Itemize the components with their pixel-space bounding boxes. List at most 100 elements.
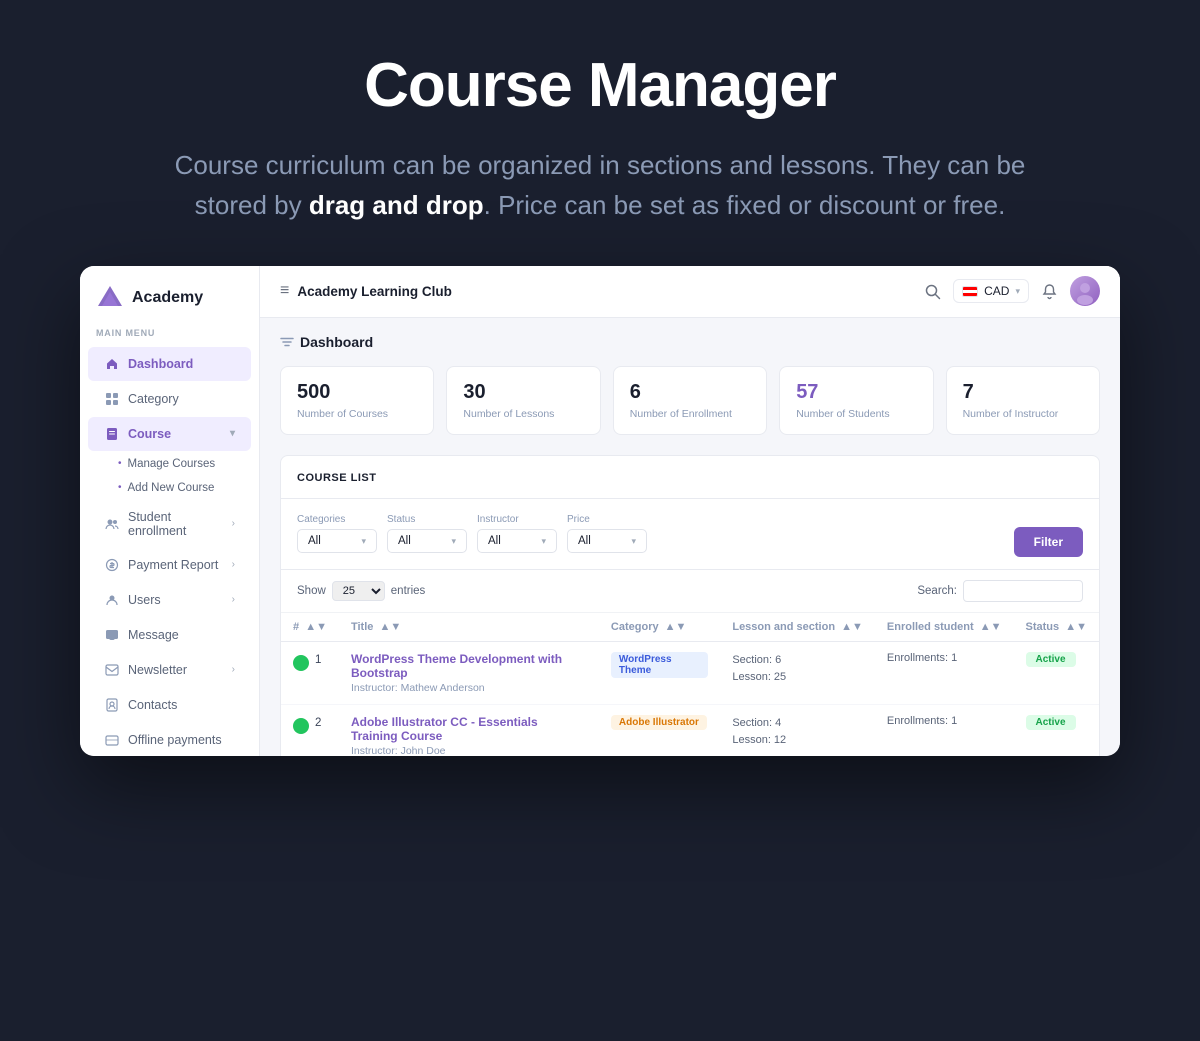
currency-label: CAD [984, 284, 1009, 298]
sort-icon: ▲▼ [1065, 621, 1087, 633]
sort-icon: ▲▼ [665, 621, 687, 633]
row-lesson-cell: Section: 4 Lesson: 12 [720, 704, 875, 755]
sidebar-item-label: Newsletter [128, 663, 187, 677]
hero-subtitle-text2: . Price can be set as fixed or discount … [484, 190, 1006, 220]
sidebar-item-course[interactable]: Course ▾ [88, 417, 251, 451]
search-icon[interactable] [924, 283, 941, 300]
col-num: # ▲▼ [281, 613, 339, 642]
stat-card-lessons: 30 Number of Lessons [446, 366, 600, 435]
row-status-cell: Active [1014, 641, 1099, 704]
price-value: All [578, 535, 591, 547]
stat-value: 57 [796, 381, 916, 404]
categories-select[interactable]: All ▾ [297, 529, 377, 553]
course-instructor: Instructor: Mathew Anderson [351, 682, 485, 694]
table-controls: Show 25 50 100 entries Search: [281, 570, 1099, 613]
instructor-value: All [488, 535, 501, 547]
row-status-cell: Active [1014, 704, 1099, 755]
sidebar-item-label: Course [128, 427, 171, 441]
col-status: Status ▲▼ [1014, 613, 1099, 642]
row-category-cell: WordPress Theme [599, 641, 720, 704]
col-category: Category ▲▼ [599, 613, 720, 642]
entries-select[interactable]: 25 50 100 [332, 581, 385, 601]
data-table: # ▲▼ Title ▲▼ Category ▲▼ [281, 613, 1099, 756]
filter-button[interactable]: Filter [1014, 527, 1083, 557]
filter-label: Instructor [477, 514, 557, 525]
sidebar-item-message[interactable]: Message [88, 618, 251, 652]
stat-label: Number of Students [796, 408, 916, 420]
sidebar-item-label: Users [128, 593, 161, 607]
col-title: Title ▲▼ [339, 613, 599, 642]
status-badge: Active [1026, 652, 1076, 667]
enrollment-count: Enrollments: 1 [887, 715, 957, 727]
stat-card-students: 57 Number of Students [779, 366, 933, 435]
filter-price: Price All ▾ [567, 514, 647, 553]
filter-label: Price [567, 514, 647, 525]
sidebar-item-newsletter[interactable]: Newsletter › [88, 653, 251, 687]
stat-label: Number of Instructor [963, 408, 1083, 420]
sidebar-item-label: Payment Report [128, 558, 218, 572]
sidebar-sub-add-new-course[interactable]: Add New Course [80, 476, 259, 500]
sidebar-item-label: Offline payments [128, 733, 222, 747]
currency-selector[interactable]: CAD ▾ [953, 279, 1029, 303]
instructor-select[interactable]: All ▾ [477, 529, 557, 553]
sidebar-item-dashboard[interactable]: Dashboard [88, 347, 251, 381]
flag-icon [962, 286, 978, 297]
sidebar-section-label: MAIN MENU [80, 328, 259, 346]
row-category-cell: Adobe Illustrator [599, 704, 720, 755]
chevron-down-icon: ▾ [631, 536, 636, 547]
course-list-section: COURSE LIST Categories All ▾ Status [280, 455, 1100, 756]
course-title-link[interactable]: WordPress Theme Development with Bootstr… [351, 652, 587, 680]
lesson-count: Lesson: 12 [732, 732, 863, 750]
row-lesson-cell: Section: 6 Lesson: 25 [720, 641, 875, 704]
sidebar-sub-label: Manage Courses [128, 458, 216, 470]
lesson-count: Lesson: 25 [732, 669, 863, 687]
stats-row: 500 Number of Courses 30 Number of Lesso… [280, 366, 1100, 435]
app-window: Academy MAIN MENU Dashboard Category Cou… [80, 266, 1120, 756]
sort-icon: ▲▼ [980, 621, 1002, 633]
chevron-right-icon: › [232, 664, 235, 675]
category-tag: Adobe Illustrator [611, 715, 707, 730]
course-list-header: COURSE LIST [281, 456, 1099, 499]
stat-card-courses: 500 Number of Courses [280, 366, 434, 435]
sidebar-sub-label: Add New Course [128, 482, 215, 494]
sidebar-item-label: Dashboard [128, 357, 193, 371]
book-icon [104, 426, 120, 442]
sidebar-item-student-enrollment[interactable]: Student enrollment › [88, 501, 251, 547]
filter-label: Categories [297, 514, 377, 525]
bell-icon[interactable] [1041, 283, 1058, 300]
sort-icon: ▲▼ [841, 621, 863, 633]
categories-value: All [308, 535, 321, 547]
stat-label: Number of Lessons [463, 408, 583, 420]
entries-label: entries [391, 585, 426, 597]
show-entries: Show 25 50 100 entries [297, 581, 425, 601]
stat-value: 500 [297, 381, 417, 404]
sidebar-item-users[interactable]: Users › [88, 583, 251, 617]
sidebar-item-category[interactable]: Category [88, 382, 251, 416]
page-content: Dashboard 500 Number of Courses 30 Numbe… [260, 318, 1120, 756]
stat-value: 7 [963, 381, 1083, 404]
course-instructor: Instructor: John Doe [351, 745, 446, 756]
sidebar-item-contacts[interactable]: Contacts [88, 688, 251, 722]
lesson-section: Section: 4 [732, 715, 863, 733]
user-avatar[interactable] [1070, 276, 1100, 306]
message-icon [104, 627, 120, 643]
search-input[interactable] [963, 580, 1083, 602]
row-title-cell: WordPress Theme Development with Bootstr… [339, 641, 599, 704]
chevron-right-icon: › [232, 594, 235, 605]
sidebar-item-offline-payments[interactable]: Offline payments [88, 723, 251, 756]
user-icon [104, 592, 120, 608]
stat-label: Number of Enrollment [630, 408, 750, 420]
page-title: Dashboard [300, 334, 373, 350]
payment-icon [104, 557, 120, 573]
col-lesson: Lesson and section ▲▼ [720, 613, 875, 642]
search-label: Search: [917, 585, 957, 597]
course-list-title: COURSE LIST [297, 472, 376, 484]
course-title-link[interactable]: Adobe Illustrator CC - Essentials Traini… [351, 715, 587, 743]
menu-icon[interactable]: ≡ [280, 282, 289, 300]
price-select[interactable]: All ▾ [567, 529, 647, 553]
status-select[interactable]: All ▾ [387, 529, 467, 553]
hero-title: Course Manager [100, 50, 1100, 121]
stat-value: 6 [630, 381, 750, 404]
sidebar-sub-manage-courses[interactable]: Manage Courses [80, 452, 259, 476]
sidebar-item-payment-report[interactable]: Payment Report › [88, 548, 251, 582]
